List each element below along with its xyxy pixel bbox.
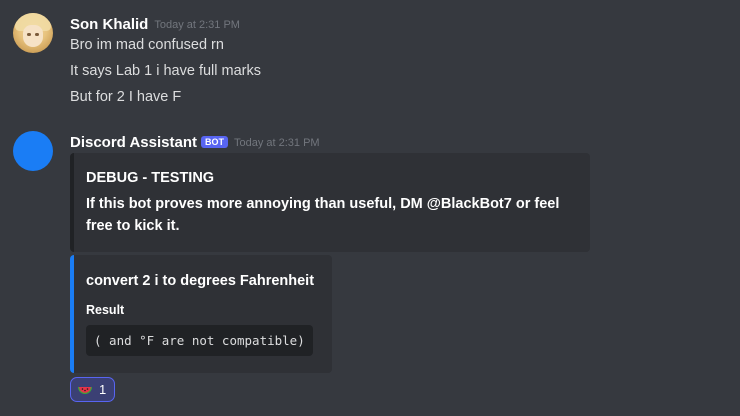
message-header: Discord Assistant BOT Today at 2:31 PM (70, 132, 320, 151)
user-avatar[interactable] (13, 13, 53, 53)
username[interactable]: Son Khalid (70, 16, 148, 33)
embed-field-value: ( and °F are not compatible) (86, 325, 313, 356)
debug-embed: DEBUG - TESTING If this bot proves more … (70, 153, 590, 252)
timestamp[interactable]: Today at 2:31 PM (234, 137, 320, 149)
embed-title: convert 2 i to degrees Fahrenheit (86, 273, 315, 289)
bot-avatar[interactable] (13, 131, 53, 171)
bot-tag-badge: BOT (200, 135, 228, 148)
timestamp[interactable]: Today at 2:31 PM (154, 19, 240, 31)
watermelon-icon (77, 382, 93, 398)
reaction-button[interactable]: 1 (70, 377, 115, 402)
embed-title: DEBUG - TESTING (86, 170, 215, 186)
embed-description: If this bot proves more annoying than us… (86, 196, 560, 234)
avatar-eye-right (35, 33, 39, 36)
avatar-face (23, 25, 43, 47)
avatar-eye-left (27, 33, 31, 36)
message-text: But for 2 I have F (70, 89, 182, 105)
username[interactable]: Discord Assistant (70, 134, 197, 151)
message-text: It says Lab 1 i have full marks (70, 63, 261, 79)
message-text: Bro im mad confused rn (70, 37, 224, 53)
message-header: Son Khalid Today at 2:31 PM (70, 14, 240, 33)
conversion-embed: convert 2 i to degrees Fahrenheit Result… (70, 255, 332, 373)
embed-field-name: Result (86, 303, 125, 317)
reaction-count: 1 (99, 382, 107, 397)
